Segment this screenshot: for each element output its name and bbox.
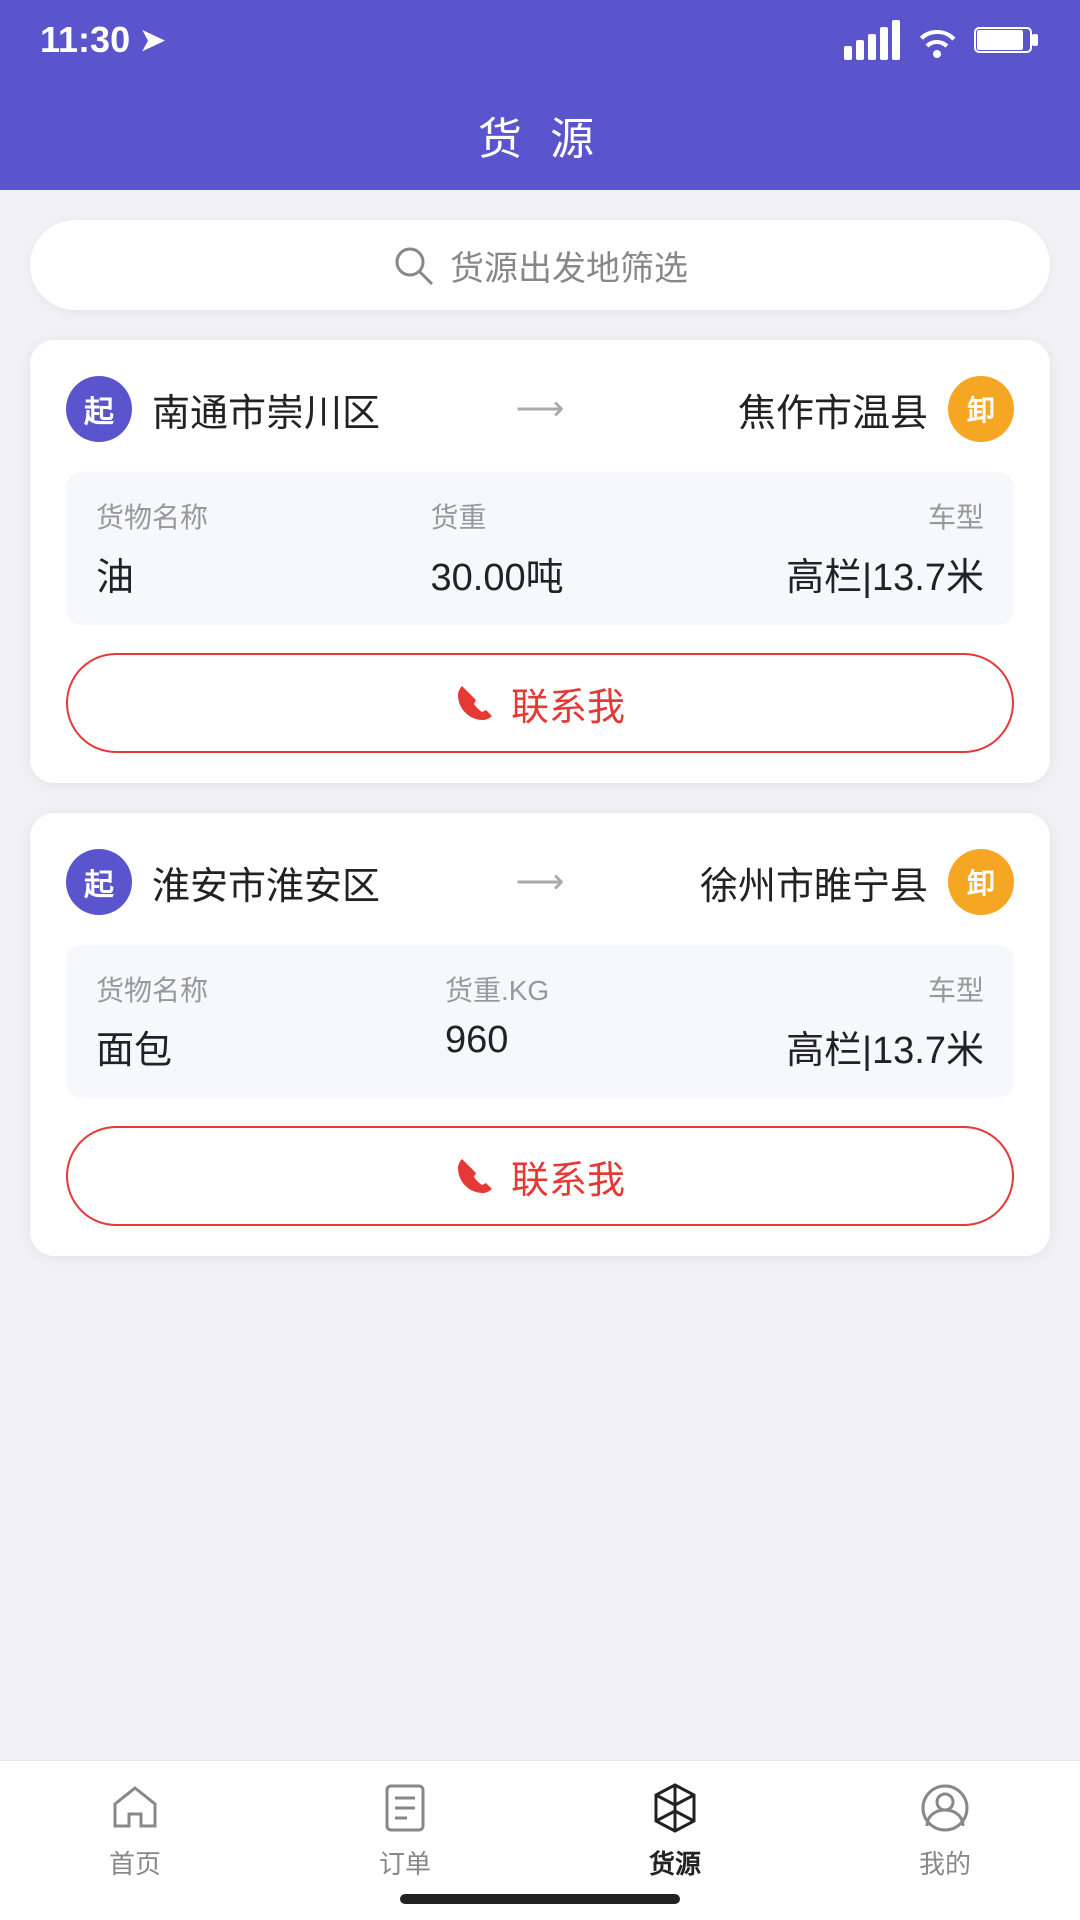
search-icon — [392, 244, 434, 286]
nav-item-home[interactable]: 首页 — [107, 1780, 163, 1881]
nav-label-home: 首页 — [109, 1844, 161, 1881]
wifi-icon — [914, 22, 960, 58]
card-list: 起 南通市崇川区 ⟶ 焦作市温县 卸 货物名称 油 货重 30.00吨 车型 高… — [0, 330, 1080, 1266]
header: 货 源 — [0, 80, 1080, 190]
status-time: 11:30 ➤ — [40, 19, 165, 61]
contact-button-1[interactable]: 联系我 — [66, 653, 1014, 753]
nav-label-mine: 我的 — [919, 1844, 971, 1881]
nav-label-cargo: 货源 — [649, 1844, 701, 1881]
goods-name-item-2: 货物名称 面包 — [96, 969, 208, 1074]
route-row-2: 起 淮安市淮安区 ⟶ 徐州市睢宁县 卸 — [66, 849, 1014, 915]
home-icon — [107, 1780, 163, 1836]
origin-badge-2: 起 — [66, 849, 132, 915]
cargo-card-1: 起 南通市崇川区 ⟶ 焦作市温县 卸 货物名称 油 货重 30.00吨 车型 高… — [30, 340, 1050, 783]
origin-name-2: 淮安市淮安区 — [152, 855, 496, 910]
goods-vehicle-value-1: 高栏|13.7米 — [786, 546, 984, 601]
mine-icon — [917, 1780, 973, 1836]
goods-name-item-1: 货物名称 油 — [96, 496, 208, 601]
goods-info-1: 货物名称 油 货重 30.00吨 车型 高栏|13.7米 — [66, 472, 1014, 625]
nav-label-orders: 订单 — [379, 1844, 431, 1881]
goods-weight-label-2: 货重.KG — [445, 969, 549, 1009]
goods-weight-label-1: 货重 — [431, 496, 564, 536]
cargo-icon — [647, 1780, 703, 1836]
dest-name-1: 焦作市温县 — [584, 382, 928, 437]
page-title: 货 源 — [478, 103, 602, 167]
goods-name-label-2: 货物名称 — [96, 969, 208, 1009]
home-bar — [400, 1894, 680, 1904]
goods-vehicle-item-1: 车型 高栏|13.7米 — [786, 496, 984, 601]
goods-weight-value-1: 30.00吨 — [431, 546, 564, 601]
status-icons — [844, 20, 1040, 60]
signal-icon — [844, 20, 900, 60]
dest-name-2: 徐州市睢宁县 — [584, 855, 928, 910]
search-bar[interactable]: 货源出发地筛选 — [30, 220, 1050, 310]
origin-badge-1: 起 — [66, 376, 132, 442]
goods-weight-value-2: 960 — [445, 1019, 549, 1062]
goods-name-label-1: 货物名称 — [96, 496, 208, 536]
nav-item-mine[interactable]: 我的 — [917, 1780, 973, 1881]
route-row-1: 起 南通市崇川区 ⟶ 焦作市温县 卸 — [66, 376, 1014, 442]
dest-badge-1: 卸 — [948, 376, 1014, 442]
goods-vehicle-label-2: 车型 — [786, 969, 984, 1009]
cargo-card-2: 起 淮安市淮安区 ⟶ 徐州市睢宁县 卸 货物名称 面包 货重.KG 960 车型… — [30, 813, 1050, 1256]
navigation-icon: ➤ — [140, 23, 165, 58]
dest-badge-2: 卸 — [948, 849, 1014, 915]
route-arrow-1: ⟶ — [516, 389, 565, 429]
goods-vehicle-label-1: 车型 — [786, 496, 984, 536]
goods-weight-item-2: 货重.KG 960 — [445, 969, 549, 1074]
battery-icon — [974, 22, 1040, 58]
goods-vehicle-value-2: 高栏|13.7米 — [786, 1019, 984, 1074]
goods-info-2: 货物名称 面包 货重.KG 960 车型 高栏|13.7米 — [66, 945, 1014, 1098]
search-placeholder-text: 货源出发地筛选 — [450, 241, 688, 290]
nav-item-cargo[interactable]: 货源 — [647, 1780, 703, 1881]
status-bar: 11:30 ➤ — [0, 0, 1080, 80]
origin-name-1: 南通市崇川区 — [152, 382, 496, 437]
route-arrow-2: ⟶ — [516, 862, 565, 902]
contact-button-2[interactable]: 联系我 — [66, 1126, 1014, 1226]
goods-name-value-1: 油 — [96, 546, 208, 601]
goods-vehicle-item-2: 车型 高栏|13.7米 — [786, 969, 984, 1074]
contact-button-text-2: 联系我 — [511, 1149, 625, 1204]
orders-icon — [377, 1780, 433, 1836]
contact-button-text-1: 联系我 — [511, 676, 625, 731]
phone-icon-2 — [455, 1157, 493, 1195]
goods-name-value-2: 面包 — [96, 1019, 208, 1074]
phone-icon-1 — [455, 684, 493, 722]
nav-item-orders[interactable]: 订单 — [377, 1780, 433, 1881]
goods-weight-item-1: 货重 30.00吨 — [431, 496, 564, 601]
